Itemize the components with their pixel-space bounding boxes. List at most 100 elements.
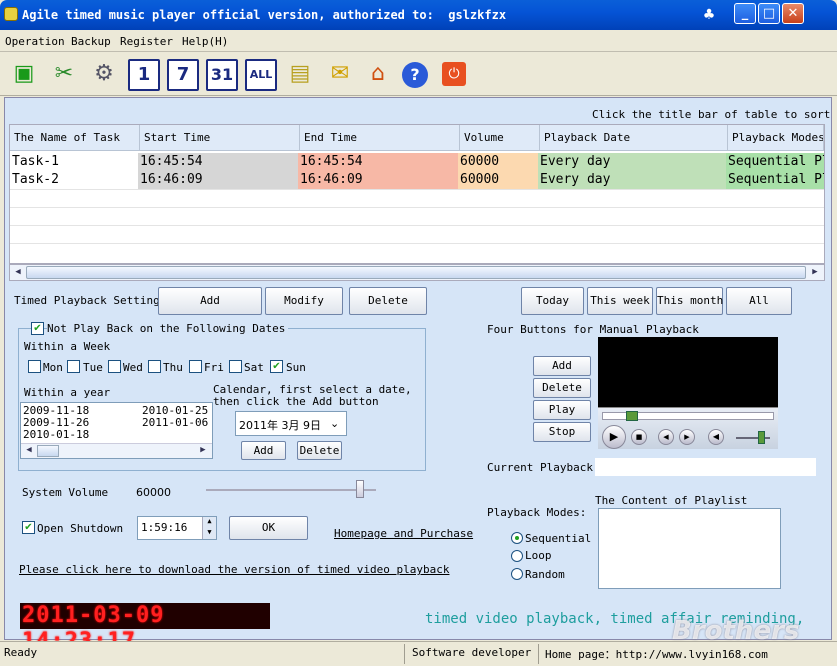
stop-icon[interactable]: ■ (631, 429, 647, 445)
previous-icon[interactable]: ◀ (658, 429, 674, 445)
day-checkbox-sun[interactable]: ✔ (270, 360, 283, 373)
window-title: Agile timed music player official versio… (22, 8, 507, 22)
cell-playback-mode: Sequential Pl (726, 171, 824, 189)
day-checkbox-thu[interactable] (148, 360, 161, 373)
ok-button[interactable]: OK (229, 516, 308, 540)
calendar-31-icon[interactable]: 31 (206, 59, 238, 91)
day-checkbox-wed[interactable] (108, 360, 121, 373)
sort-hint: Click the title bar of table to sort (592, 108, 831, 121)
date-picker-value: 2011年 3月 9日 (239, 419, 321, 432)
download-video-link[interactable]: Please click here to download the versio… (19, 563, 449, 576)
col-volume[interactable]: Volume (460, 125, 540, 151)
seek-thumb[interactable] (626, 411, 638, 421)
calendar-1-icon[interactable]: 1 (128, 59, 160, 91)
exclusion-title: Not Play Back on the Following Dates (47, 322, 289, 335)
add-date-button[interactable]: Add (241, 441, 286, 460)
mail-icon[interactable]: ✉ (324, 59, 356, 91)
play-button[interactable]: Play (533, 400, 591, 420)
tray-icon[interactable]: ♣ (700, 6, 718, 24)
col-playback-modes[interactable]: Playback Modes (728, 125, 824, 151)
task-table[interactable]: The Name of Task Start Time End Time Vol… (9, 124, 825, 264)
col-playback-date[interactable]: Playback Date (540, 125, 728, 151)
delete-date-button[interactable]: Delete (297, 441, 342, 460)
next-icon[interactable]: ▶ (679, 429, 695, 445)
day-label-sun: Sun (286, 361, 306, 374)
manual-add-button[interactable]: Add (533, 356, 591, 376)
add-task-icon[interactable]: ▣ (8, 59, 40, 91)
stop-button[interactable]: Stop (533, 422, 591, 442)
close-button[interactable]: ✕ (782, 3, 804, 24)
help-icon[interactable]: ? (402, 62, 428, 88)
datelist-hscrollbar[interactable]: ◀ ▶ (21, 443, 212, 458)
spin-up-icon[interactable]: ▲ (202, 517, 216, 528)
scroll-right-icon[interactable]: ▶ (808, 266, 822, 279)
menu-help[interactable]: Help(H) (182, 35, 228, 48)
col-start-time[interactable]: Start Time (140, 125, 300, 151)
col-task-name[interactable]: The Name of Task (10, 125, 140, 151)
scroll-left-icon[interactable]: ◀ (11, 266, 25, 279)
day-label-wed: Wed (123, 361, 143, 374)
this-week-button[interactable]: This week (587, 287, 653, 315)
day-checkbox-mon[interactable] (28, 360, 41, 373)
list-item[interactable]: 2010-01-18 (23, 428, 89, 441)
shutdown-time-input[interactable]: 1:59:16 ▲ ▼ (137, 516, 217, 540)
modify-task-button[interactable]: Modify (265, 287, 343, 315)
homepage-link[interactable]: Homepage and Purchase (334, 527, 473, 540)
list-item[interactable]: 2011-01-06 (142, 416, 208, 429)
status-ready: Ready (4, 646, 38, 659)
play-icon[interactable]: ▶ (602, 425, 626, 449)
volume-slider-track[interactable] (206, 489, 376, 491)
this-month-button[interactable]: This month (656, 287, 723, 315)
scroll-thumb[interactable] (37, 445, 59, 457)
menu-operation[interactable]: Operation (5, 35, 65, 48)
cell-volume: 60000 (458, 171, 540, 189)
menu-bar: Operation Backup Register Help(H) (0, 30, 837, 52)
status-separator (404, 644, 405, 664)
power-icon[interactable]: ⏻ (442, 62, 466, 86)
calendar-7-icon[interactable]: 7 (167, 59, 199, 91)
status-bar: Ready Software developer Home page：http:… (0, 641, 837, 666)
calendar-all-icon[interactable]: ALL (245, 59, 277, 91)
money-icon[interactable]: ▤ (284, 59, 316, 91)
settings-icon[interactable]: ⚙ (88, 59, 120, 91)
menu-backup[interactable]: Backup (71, 35, 111, 48)
radio-random[interactable] (511, 568, 523, 580)
delete-task-button[interactable]: Delete (349, 287, 427, 315)
day-checkbox-tue[interactable] (67, 360, 80, 373)
maximize-button[interactable]: □ (758, 3, 780, 24)
home-icon[interactable]: ⌂ (362, 59, 394, 91)
app-icon (4, 7, 18, 21)
scroll-thumb[interactable] (26, 266, 806, 279)
cell-task-name: Task-2 (12, 172, 59, 187)
excluded-dates-list[interactable]: 2009-11-18 2009-11-26 2010-01-18 2010-01… (20, 402, 213, 459)
exclusion-checkbox[interactable]: ✔ (31, 322, 44, 335)
grid-line (10, 243, 824, 244)
date-picker[interactable]: 2011年 3月 9日 ⌄ (235, 411, 347, 436)
add-task-button[interactable]: Add (158, 287, 262, 315)
menu-register[interactable]: Register (120, 35, 173, 48)
table-hscrollbar[interactable]: ◀ ▶ (9, 264, 825, 281)
manual-playback-label: Four Buttons for Manual Playback (487, 323, 699, 336)
radio-sequential[interactable] (511, 532, 523, 544)
status-homepage[interactable]: Home page：http://www.lvyin168.com (545, 646, 768, 662)
scroll-right-icon[interactable]: ▶ (196, 444, 210, 457)
all-button[interactable]: All (726, 287, 792, 315)
spin-down-icon[interactable]: ▼ (202, 528, 216, 539)
chevron-down-icon[interactable]: ⌄ (330, 417, 339, 430)
minimize-button[interactable]: _ (734, 3, 756, 24)
volume-slider-thumb[interactable] (356, 480, 364, 498)
day-checkbox-sat[interactable] (229, 360, 242, 373)
shutdown-time-value: 1:59:16 (141, 521, 188, 534)
scroll-left-icon[interactable]: ◀ (22, 444, 36, 457)
day-checkbox-fri[interactable] (189, 360, 202, 373)
col-end-time[interactable]: End Time (300, 125, 460, 151)
cut-icon[interactable]: ✂ (48, 59, 80, 91)
today-button[interactable]: Today (521, 287, 584, 315)
player-volume-thumb[interactable] (758, 431, 765, 444)
cell-playback-date: Every day (538, 171, 728, 189)
manual-delete-button[interactable]: Delete (533, 378, 591, 398)
shutdown-checkbox[interactable]: ✔ (22, 521, 35, 534)
playlist-box[interactable] (598, 508, 781, 589)
mute-icon[interactable]: ◀ (708, 429, 724, 445)
radio-loop[interactable] (511, 550, 523, 562)
